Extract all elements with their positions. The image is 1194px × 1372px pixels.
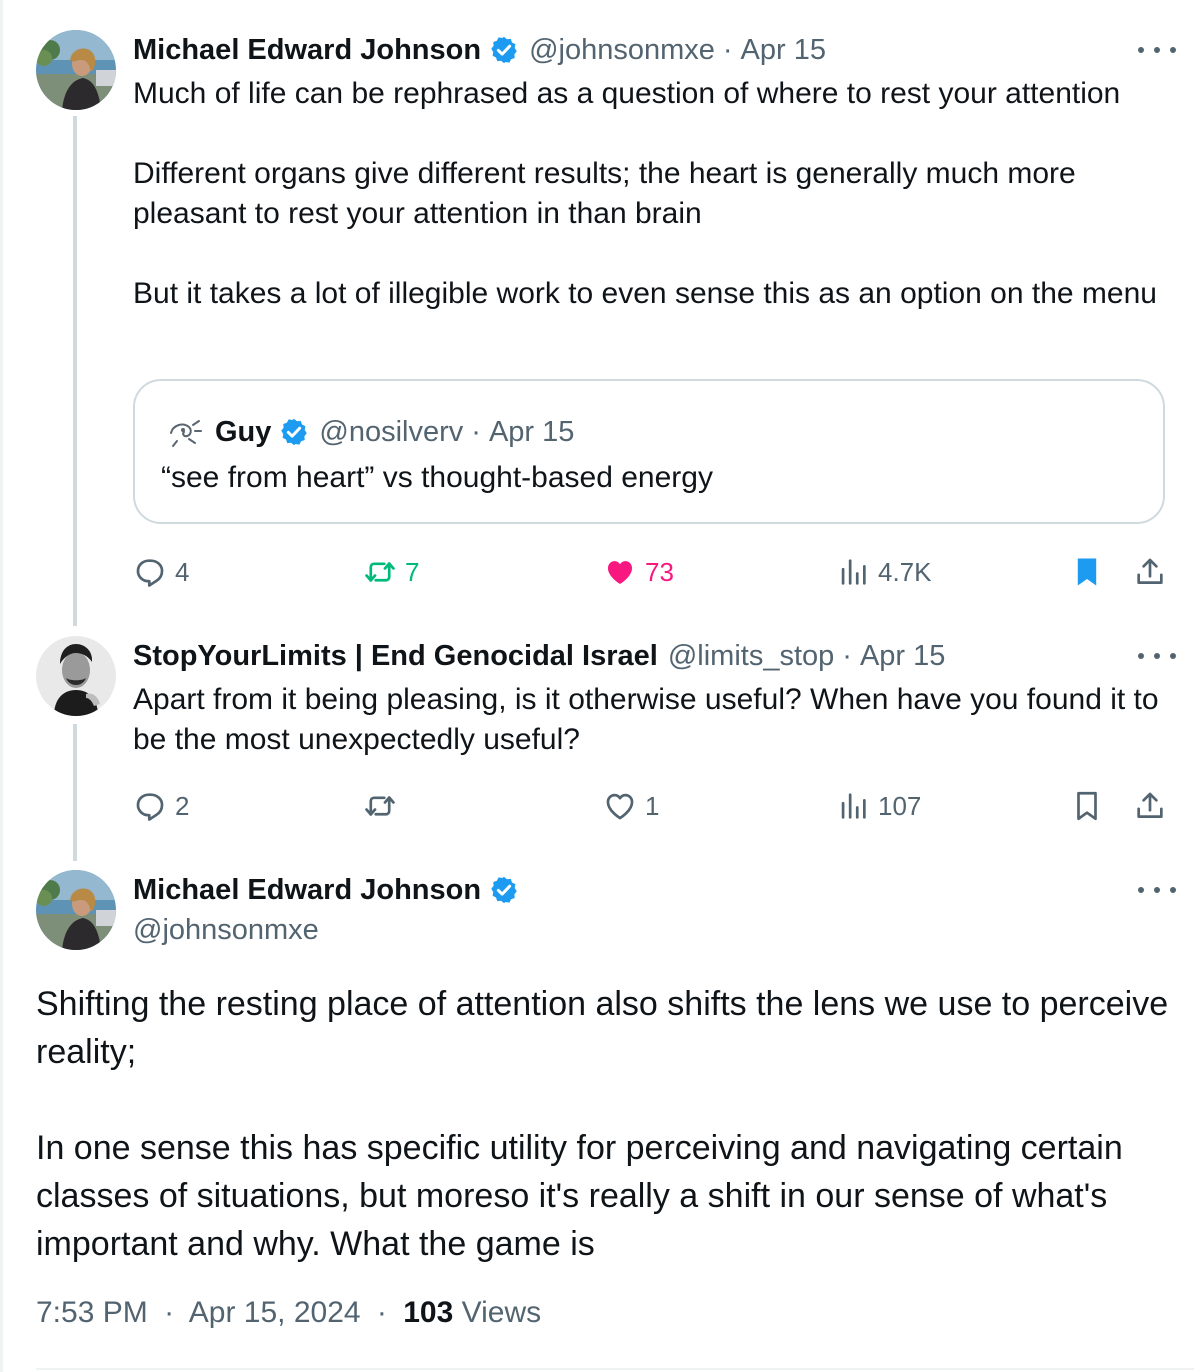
avatar[interactable] [36,870,116,950]
more-options-icon[interactable] [1138,40,1176,60]
quoted-date: Apr 15 [488,415,575,448]
quoted-author-name: Guy [215,415,272,448]
separator-dot: · [842,639,852,672]
tweet-text: Apart from it being pleasing, is it othe… [133,683,1167,756]
quoted-avatar [163,411,205,453]
thread-line [73,116,77,626]
verified-badge-icon [279,417,309,447]
separator-dot: · [376,1296,387,1329]
verified-badge-icon [489,35,519,65]
heart-icon [603,555,637,589]
share-button[interactable] [1133,784,1175,828]
tweet-actions: 2 1 107 [133,784,1173,828]
views-count: 4.7K [878,556,932,587]
retweet-count: 7 [405,556,420,587]
retweet-icon [363,555,397,589]
more-options-icon[interactable] [1138,646,1176,666]
tweet-header: Michael Edward Johnson @johnsonmxe · Apr… [133,30,826,70]
views-button[interactable]: 4.7K [836,550,932,594]
divider [36,1368,1194,1370]
reply-button[interactable]: 4 [133,550,189,594]
author-name[interactable]: Michael Edward Johnson [133,874,481,907]
main-tweet-text: Shifting the resting place of attention … [36,985,1169,1263]
bookmark-icon [1070,555,1104,589]
quoted-author-handle: @nosilverv [319,415,464,448]
tweet-full-date[interactable]: Apr 15, 2024 [189,1296,361,1329]
reply-icon [133,555,167,589]
share-icon [1133,555,1167,589]
reply-count: 4 [175,556,190,587]
share-button[interactable] [1133,550,1175,594]
main-tweet-handle-row: @johnsonmxe [133,910,319,950]
views-chart-icon [836,555,870,589]
tweet-header: StopYourLimits | End Genocidal Israel @l… [133,636,945,676]
bookmark-button[interactable] [1070,784,1112,828]
reply-count: 2 [175,790,190,821]
tweet-date[interactable]: Apr 15 [741,34,826,67]
retweet-button[interactable]: 7 [363,550,419,594]
like-count: 73 [645,556,674,587]
bookmark-button[interactable] [1070,550,1112,594]
like-button[interactable]: 73 [603,550,674,594]
tweet-time[interactable]: 7:53 PM [36,1296,148,1329]
retweet-icon [363,789,397,823]
views-count: 107 [878,790,922,821]
avatar[interactable] [36,636,116,716]
bookmark-icon [1070,789,1104,823]
quoted-tweet[interactable]: Guy @nosilverv · Apr 15 “see from heart”… [133,379,1165,524]
verified-badge-icon [489,875,519,905]
author-handle[interactable]: @limits_stop [668,640,834,673]
reply-button[interactable]: 2 [133,784,189,828]
main-tweet-author: Michael Edward Johnson [133,870,529,910]
like-button[interactable]: 1 [603,784,659,828]
author-name[interactable]: Michael Edward Johnson [133,34,481,67]
separator-dot: · [722,33,733,66]
views-button[interactable]: 107 [836,784,921,828]
more-options-icon[interactable] [1138,880,1176,900]
views-chart-icon [836,789,870,823]
tweet-actions: 4 7 73 4.7K [133,550,1173,594]
tweet-text: Much of life can be rephrased as a quest… [133,77,1157,310]
quoted-tweet-header: Guy @nosilverv · Apr 15 [163,411,574,453]
separator-dot: · [164,1296,175,1329]
left-border [0,0,3,1372]
views-label: Views [461,1296,542,1329]
quoted-tweet-text: “see from heart” vs thought-based energy [161,461,713,494]
reply-icon [133,789,167,823]
author-handle[interactable]: @johnsonmxe [133,914,319,947]
author-handle[interactable]: @johnsonmxe [529,34,715,67]
retweet-button[interactable] [363,784,405,828]
author-name[interactable]: StopYourLimits | End Genocidal Israel [133,640,658,673]
views-count: 103 [403,1296,454,1329]
tweet-date[interactable]: Apr 15 [860,640,945,673]
heart-icon [603,789,637,823]
separator-dot: · [471,415,481,448]
like-count: 1 [645,790,660,821]
thread-line [73,724,77,861]
avatar[interactable] [36,30,116,110]
share-icon [1133,789,1167,823]
tweet-metadata: 7:53 PM · Apr 15, 2024 · 103 Views [36,1296,541,1330]
